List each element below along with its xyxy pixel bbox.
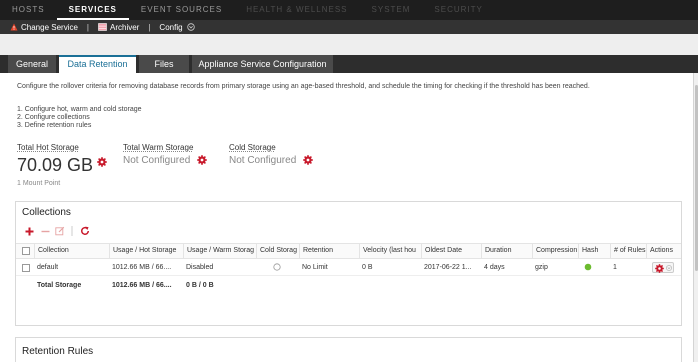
column-header-actions: Actions xyxy=(646,244,681,258)
toolbar-separator: | xyxy=(86,22,89,32)
chevron-down-icon xyxy=(186,23,195,31)
tab-appliance-service-configuration[interactable]: Appliance Service Configuration xyxy=(192,55,333,73)
warm-storage-value: Not Configured xyxy=(123,155,191,167)
data-retention-panel: Configure the rollover criteria for remo… xyxy=(0,73,693,362)
column-header-compression[interactable]: Compression xyxy=(532,244,578,258)
column-header-collection[interactable]: Collection xyxy=(34,244,109,258)
rules-count: 1 xyxy=(613,264,617,271)
velocity: 0 B xyxy=(362,264,373,271)
step-item: 3. Define retention rules xyxy=(17,122,92,129)
cold-storage-label: Cold Storage xyxy=(229,143,276,152)
gear-icon[interactable] xyxy=(97,157,108,169)
refresh-icon xyxy=(80,226,90,235)
column-header-rules[interactable]: # of Rules xyxy=(610,244,646,258)
tab-general[interactable]: General xyxy=(8,55,56,73)
add-collection-button[interactable] xyxy=(25,225,34,237)
gear-icon[interactable] xyxy=(196,155,207,167)
cold-storage-value: Not Configured xyxy=(229,155,297,167)
retention-rules-title: Retention Rules xyxy=(22,346,94,357)
nav-services[interactable]: SERVICES xyxy=(56,0,129,20)
total-usage-warm: 0 B / 0 B xyxy=(186,282,214,289)
collections-table-header: Collection Usage / Hot Storage Usage / W… xyxy=(16,243,681,259)
total-usage-hot: 1012.66 MB / 66.... xyxy=(112,282,172,289)
retention-rules-panel: Retention Rules xyxy=(15,337,682,362)
archiver-icon xyxy=(98,23,107,31)
vertical-scrollbar[interactable] xyxy=(693,73,698,362)
gear-icon[interactable] xyxy=(302,155,313,167)
hot-storage-stat: 70.09 GB xyxy=(17,155,108,176)
mount-point-count: 1 Mount Point xyxy=(17,180,61,187)
refresh-button[interactable] xyxy=(80,225,90,237)
column-header-cold-storage[interactable]: Cold Storag xyxy=(256,244,299,258)
collection-name: default xyxy=(37,264,59,271)
step-item: 2. Configure collections xyxy=(17,114,90,121)
tab-files[interactable]: Files xyxy=(139,55,189,73)
duration: 4 days xyxy=(484,264,505,271)
change-service-icon xyxy=(10,23,18,31)
edit-icon xyxy=(55,226,65,236)
table-row[interactable]: default 1012.66 MB / 66.... Disabled No … xyxy=(16,259,681,276)
compression: gzip xyxy=(535,264,548,271)
status-dot-icon xyxy=(584,263,592,271)
config-dropdown[interactable]: Config xyxy=(159,20,195,34)
config-tabs: General Data Retention Files Appliance S… xyxy=(0,55,698,73)
page-description: Configure the rollover criteria for remo… xyxy=(17,83,590,90)
actions-menu[interactable] xyxy=(646,259,681,276)
usage-warm: Disabled xyxy=(186,264,214,271)
toolbar-divider xyxy=(71,225,73,237)
column-header-oldest-date[interactable]: Oldest Date xyxy=(421,244,481,258)
hot-storage-value: 70.09 GB xyxy=(17,155,94,175)
config-label: Config xyxy=(159,22,183,32)
column-header-duration[interactable]: Duration xyxy=(481,244,532,258)
row-checkbox[interactable] xyxy=(22,264,30,272)
collections-title: Collections xyxy=(22,207,71,218)
collections-panel: Collections Collection Usage / Hot Stora… xyxy=(15,201,682,326)
column-header-usage-warm[interactable]: Usage / Warm Storag xyxy=(183,244,256,258)
column-header-velocity[interactable]: Velocity (last hou xyxy=(359,244,421,258)
nav-system[interactable]: SYSTEM xyxy=(360,0,423,20)
oldest-date: 2017-06-22 1... xyxy=(424,264,472,271)
setup-steps: 1. Configure hot, warm and cold storage … xyxy=(17,106,142,130)
service-toolbar: Change Service | Archiver | Config xyxy=(0,20,698,34)
nav-health-wellness[interactable]: HEALTH & WELLNESS xyxy=(234,0,359,20)
nav-hosts[interactable]: HOSTS xyxy=(0,0,57,20)
plus-icon xyxy=(25,227,34,235)
nav-security[interactable]: SECURITY xyxy=(422,0,494,20)
usage-hot: 1012.66 MB / 66.... xyxy=(112,264,172,271)
actions-button[interactable] xyxy=(652,262,674,273)
total-storage-label: Total Storage xyxy=(37,282,82,289)
nav-event-sources[interactable]: EVENT SOURCES xyxy=(129,0,234,20)
hash-status xyxy=(578,259,610,276)
change-service-label: Change Service xyxy=(21,22,78,32)
retention: No Limit xyxy=(302,264,328,271)
minus-icon xyxy=(41,230,50,232)
column-header-hash[interactable]: Hash xyxy=(578,244,610,258)
cold-storage-stat: Not Configured xyxy=(229,155,313,167)
radio-icon xyxy=(273,263,281,271)
gear-icon xyxy=(655,264,664,273)
toolbar-separator: | xyxy=(148,22,151,32)
cold-storage-radio[interactable] xyxy=(256,259,299,276)
top-nav: HOSTS SERVICES EVENT SOURCES HEALTH & WE… xyxy=(0,0,698,20)
total-storage-row: Total Storage 1012.66 MB / 66.... 0 B / … xyxy=(16,277,681,294)
warm-storage-label: Total Warm Storage xyxy=(123,143,194,152)
chevron-down-icon xyxy=(666,265,672,271)
archiver-service[interactable]: Archiver xyxy=(98,20,139,34)
edit-collection-button[interactable] xyxy=(55,225,65,237)
select-all-checkbox[interactable] xyxy=(22,247,30,255)
warm-storage-stat: Not Configured xyxy=(123,155,207,167)
step-item: 1. Configure hot, warm and cold storage xyxy=(17,106,142,113)
remove-collection-button[interactable] xyxy=(41,225,50,237)
column-header-retention[interactable]: Retention xyxy=(299,244,359,258)
change-service-button[interactable]: Change Service xyxy=(10,20,78,34)
tab-data-retention[interactable]: Data Retention xyxy=(59,55,136,73)
column-header-usage-hot[interactable]: Usage / Hot Storage xyxy=(109,244,183,258)
archiver-label: Archiver xyxy=(110,22,140,32)
hot-storage-label: Total Hot Storage xyxy=(17,143,79,152)
